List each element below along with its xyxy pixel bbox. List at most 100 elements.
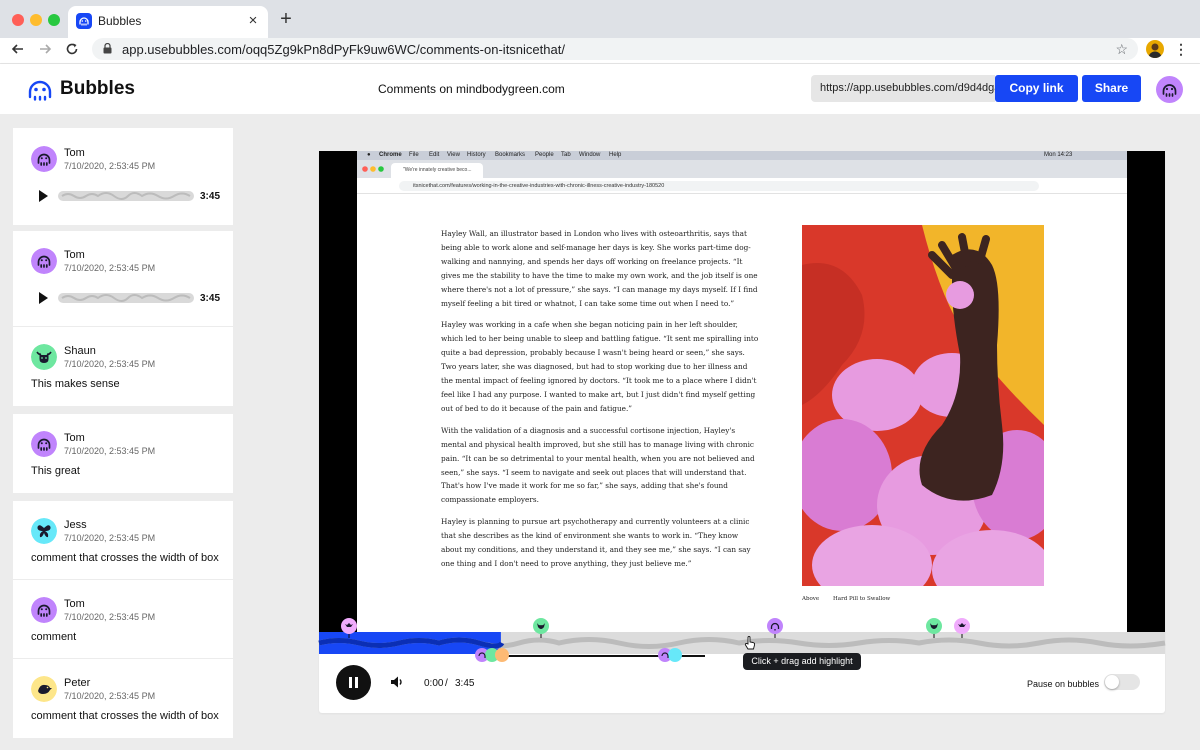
copy-link-button[interactable]: Copy link	[995, 75, 1078, 102]
maximize-window-button[interactable]	[48, 14, 60, 26]
comment-marker[interactable]	[926, 618, 942, 638]
bubbles-logo-icon	[28, 80, 52, 101]
user-avatar[interactable]	[1156, 76, 1183, 103]
apple-icon: ●	[367, 152, 371, 158]
menubar-item: Window	[579, 152, 601, 158]
video-player: ● Chrome File Edit View History Bookmark…	[318, 151, 1166, 713]
comment-divider	[13, 579, 233, 580]
close-window-button[interactable]	[12, 14, 24, 26]
bubbles-favicon-icon	[76, 13, 92, 29]
comment-marker[interactable]	[533, 618, 549, 638]
octopus-icon	[31, 431, 57, 457]
pause-on-bubbles-label: Pause on bubbles	[1027, 679, 1100, 689]
comment-text: comment that crosses the width of box	[31, 710, 219, 722]
comment-author: Tom	[64, 432, 85, 444]
comment-card[interactable]: Tom 7/10/2020, 2:53:45 PM This great	[13, 414, 233, 493]
comment-marker[interactable]	[954, 618, 970, 638]
video-frame[interactable]: ● Chrome File Edit View History Bookmark…	[319, 151, 1165, 632]
menubar-item: View	[447, 152, 460, 158]
total-time: 3:45	[455, 678, 475, 689]
bookmark-star-icon[interactable]: ☆	[1115, 41, 1128, 58]
profile-avatar[interactable]	[1146, 40, 1164, 58]
menubar-item: History	[467, 152, 486, 158]
menubar-item: Edit	[429, 152, 440, 158]
comment-text: comment	[31, 631, 77, 643]
article-text: Hayley Wall, an illustrator based in Lon…	[441, 227, 761, 579]
comment-author: Tom	[64, 147, 85, 159]
current-time: 0:00	[424, 678, 444, 689]
bull-icon	[31, 344, 57, 370]
play-icon[interactable]	[39, 292, 48, 304]
octopus-icon	[31, 597, 57, 623]
comment-text: comment that crosses the width of box	[31, 552, 219, 564]
reload-icon[interactable]	[62, 38, 82, 60]
comment-author: Peter	[64, 677, 91, 689]
menubar-item: Help	[609, 152, 622, 158]
comment-timestamp: 7/10/2020, 2:53:45 PM	[64, 446, 156, 456]
comment-divider	[13, 326, 233, 327]
brand-name: Bubbles	[60, 78, 135, 99]
audio-duration: 3:45	[200, 293, 221, 304]
menubar-clock: Mon 14:23	[1044, 152, 1073, 158]
article-paragraph: Hayley was working in a cafe when she be…	[441, 320, 759, 413]
comment-text: This makes sense	[31, 378, 120, 390]
back-arrow-icon[interactable]	[8, 38, 28, 60]
comment-marker[interactable]	[767, 618, 783, 638]
comment-author: Shaun	[64, 345, 96, 357]
menubar-item: Bookmarks	[495, 152, 526, 158]
share-button[interactable]: Share	[1082, 75, 1141, 102]
recorded-url: itsnicethat.com/features/working-in-the-…	[399, 181, 1039, 191]
toggle-knob[interactable]	[1105, 675, 1119, 689]
recorded-tab-strip: "We're innately creative beco...	[357, 160, 1127, 178]
comment-timestamp: 7/10/2020, 2:53:45 PM	[64, 533, 156, 543]
forward-arrow-icon[interactable]	[35, 38, 55, 60]
comment-card-group: Jess 7/10/2020, 2:53:45 PM comment that …	[13, 501, 233, 738]
audio-duration: 3:45	[200, 191, 221, 202]
comment-timestamp: 7/10/2020, 2:53:45 PM	[64, 161, 156, 171]
tab-close-icon[interactable]: ×	[244, 12, 262, 30]
pause-on-bubbles-toggle[interactable]	[1104, 674, 1140, 690]
comment-card[interactable]: Tom 7/10/2020, 2:53:45 PM 3:45	[13, 128, 233, 225]
comment-timestamp: 7/10/2020, 2:53:45 PM	[64, 263, 156, 273]
player-controls: 0:00 / 3:45 Pause on bubbles	[319, 654, 1165, 713]
octopus-icon	[31, 146, 57, 172]
image-caption-title: Hard Pill to Swallow	[833, 596, 891, 602]
share-url-field[interactable]: https://app.usebubbles.com/d9d4dgaha	[811, 75, 995, 102]
comment-marker[interactable]	[341, 618, 357, 638]
url-text: app.usebubbles.com/oqq5Zg9kPn8dPyFk9uw6W…	[122, 42, 565, 57]
comment-timestamp: 7/10/2020, 2:53:45 PM	[64, 691, 156, 701]
article-paragraph: Hayley Wall, an illustrator based in Lon…	[441, 229, 758, 308]
volume-icon[interactable]	[389, 674, 405, 690]
comment-timestamp: 7/10/2020, 2:53:45 PM	[64, 612, 156, 622]
recorded-tab: "We're innately creative beco...	[391, 163, 483, 178]
illustration-image	[802, 225, 1044, 586]
comment-author: Tom	[64, 249, 85, 261]
browser-menu-icon[interactable]: ⋮	[1174, 40, 1188, 58]
menubar-item: People	[535, 152, 554, 158]
butterfly-icon	[31, 518, 57, 544]
article-paragraph: With the validation of a diagnosis and a…	[441, 425, 755, 505]
octopus-icon	[31, 248, 57, 274]
browser-tab[interactable]: Bubbles ×	[68, 6, 268, 38]
highlight-tooltip: Click + drag add highlight	[743, 653, 861, 670]
play-icon[interactable]	[39, 190, 48, 202]
menubar-app: Chrome	[379, 152, 402, 158]
recorded-screen: ● Chrome File Edit View History Bookmark…	[357, 151, 1127, 632]
time-separator: /	[445, 678, 448, 689]
recorded-address-bar: itsnicethat.com/features/working-in-the-…	[357, 178, 1127, 194]
menubar-item: File	[409, 152, 419, 158]
timeline-waveform[interactable]	[318, 632, 1166, 654]
comment-card-group: Tom 7/10/2020, 2:53:45 PM 3:45 Shaun 7/1…	[13, 231, 233, 406]
hand-cursor-icon	[744, 636, 756, 650]
minimize-window-button[interactable]	[30, 14, 42, 26]
pause-button[interactable]	[336, 665, 371, 700]
comment-timestamp: 7/10/2020, 2:53:45 PM	[64, 359, 156, 369]
audio-waveform[interactable]	[58, 291, 194, 305]
window-controls-icon	[362, 166, 384, 172]
comment-author: Jess	[64, 519, 87, 531]
lock-icon	[103, 43, 112, 54]
new-tab-button[interactable]: +	[276, 9, 296, 29]
audio-waveform[interactable]	[58, 189, 194, 203]
app-header: Bubbles Comments on mindbodygreen.com ht…	[0, 64, 1200, 114]
address-bar[interactable]: app.usebubbles.com/oqq5Zg9kPn8dPyFk9uw6W…	[92, 38, 1138, 60]
